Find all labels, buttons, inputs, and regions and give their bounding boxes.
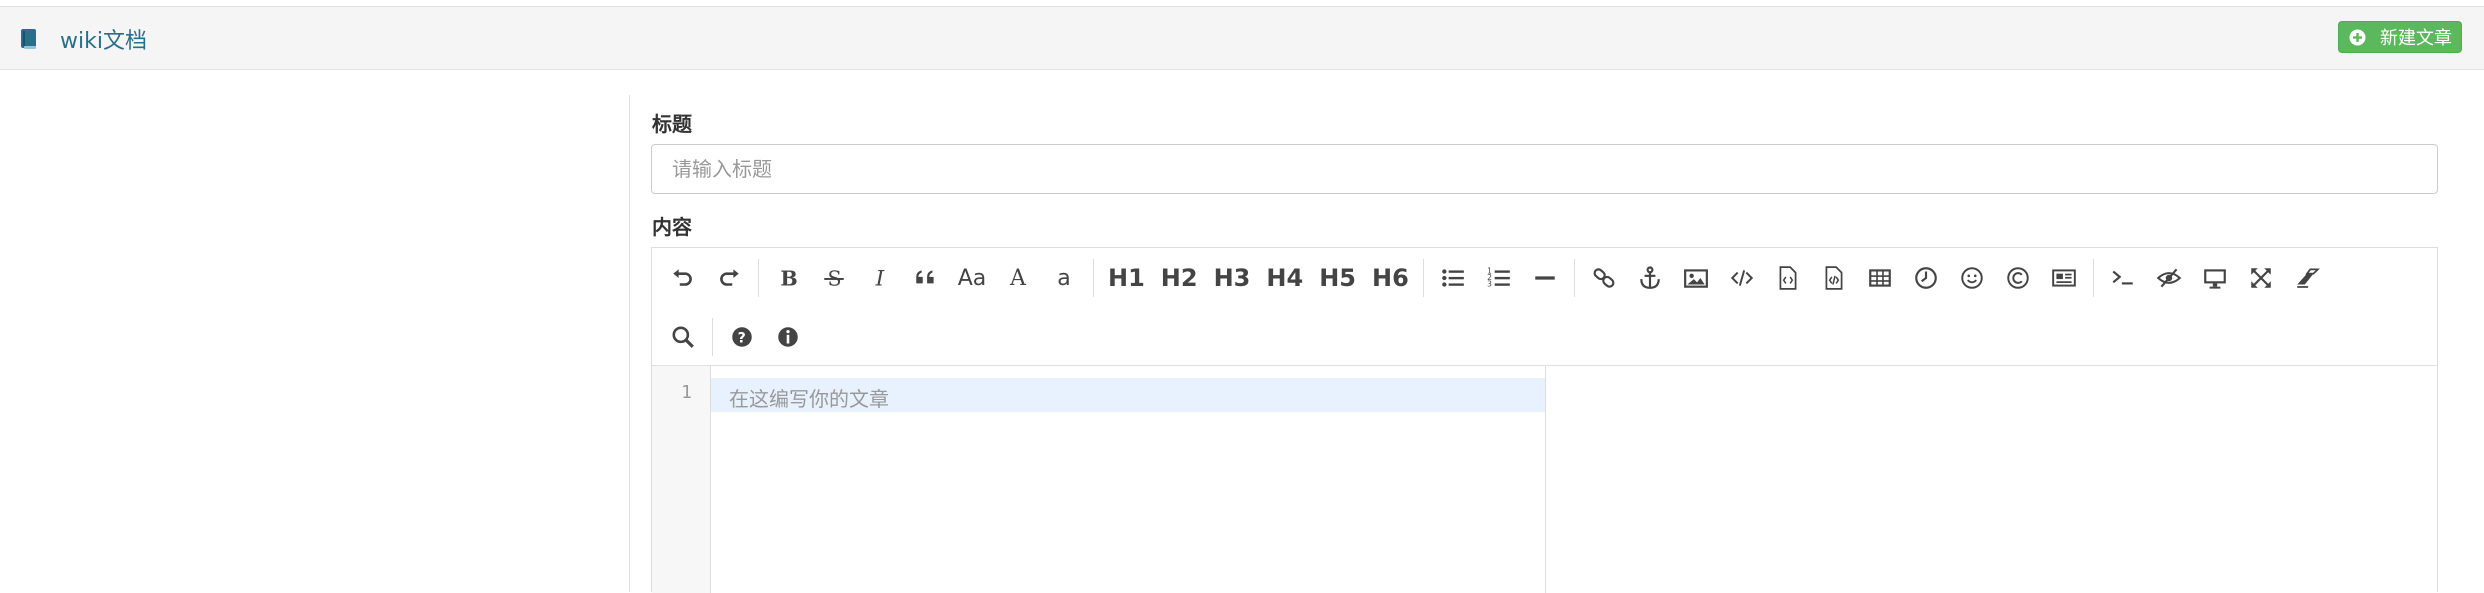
sidebar-divider bbox=[629, 95, 630, 592]
title-label: 标题 bbox=[652, 112, 692, 136]
line-number: 1 bbox=[681, 382, 692, 403]
desktop-icon[interactable] bbox=[2196, 259, 2234, 297]
svg-text:3: 3 bbox=[1487, 280, 1492, 289]
svg-text:B: B bbox=[780, 267, 797, 291]
toolbar-separator bbox=[2092, 259, 2094, 297]
image-icon[interactable] bbox=[1677, 259, 1715, 297]
svg-text:I: I bbox=[875, 267, 885, 291]
undo-icon[interactable] bbox=[664, 259, 702, 297]
brand[interactable]: wiki文档 bbox=[20, 23, 147, 55]
h2-button[interactable]: H2 bbox=[1157, 259, 1202, 297]
anchor-icon[interactable] bbox=[1631, 259, 1669, 297]
preformatted-text-icon[interactable] bbox=[1769, 259, 1807, 297]
clock-icon[interactable] bbox=[1907, 259, 1945, 297]
uppercase-button[interactable]: Aa bbox=[953, 259, 991, 297]
content-label: 内容 bbox=[652, 215, 692, 239]
link-icon[interactable] bbox=[1585, 259, 1623, 297]
h4-button[interactable]: H4 bbox=[1262, 259, 1307, 297]
list-ol-icon[interactable]: 123 bbox=[1480, 259, 1518, 297]
plus-circle-icon bbox=[2349, 29, 2366, 46]
italic-icon[interactable]: I bbox=[861, 259, 899, 297]
table-icon[interactable] bbox=[1861, 259, 1899, 297]
lowercase-button[interactable]: a bbox=[1045, 259, 1083, 297]
toolbar-row-1: B S I Aa A a H1 H2 H3 H4 H5 H6 123 bbox=[660, 258, 2330, 298]
ucfirst-button[interactable]: A bbox=[999, 259, 1037, 297]
h6-button[interactable]: H6 bbox=[1368, 259, 1413, 297]
toolbar-separator bbox=[1422, 259, 1424, 297]
toolbar-separator bbox=[1093, 259, 1094, 297]
h3-button[interactable]: H3 bbox=[1210, 259, 1255, 297]
list-ul-icon[interactable] bbox=[1434, 259, 1472, 297]
app-title[interactable]: wiki文档 bbox=[60, 23, 147, 55]
pagebreak-icon[interactable] bbox=[2045, 259, 2083, 297]
fullscreen-icon[interactable] bbox=[2242, 259, 2280, 297]
info-icon[interactable] bbox=[769, 318, 807, 356]
strikethrough-icon[interactable]: S bbox=[815, 259, 853, 297]
eye-slash-icon[interactable] bbox=[2150, 259, 2188, 297]
new-article-label: 新建文章 bbox=[2380, 28, 2452, 49]
markdown-editor: B S I Aa A a H1 H2 H3 H4 H5 H6 123 ? 1 在… bbox=[651, 247, 2438, 593]
editor-toolbar: B S I Aa A a H1 H2 H3 H4 H5 H6 123 ? bbox=[652, 248, 2437, 366]
emoji-icon[interactable] bbox=[1953, 259, 1991, 297]
book-icon bbox=[20, 28, 38, 50]
h1-button[interactable]: H1 bbox=[1104, 259, 1149, 297]
copyright-icon[interactable] bbox=[1999, 259, 2037, 297]
help-icon[interactable]: ? bbox=[723, 318, 761, 356]
new-article-button[interactable]: 新建文章 bbox=[2338, 21, 2462, 53]
terminal-icon[interactable] bbox=[2104, 259, 2142, 297]
redo-icon[interactable] bbox=[710, 259, 748, 297]
top-navbar: wiki文档 新建文章 bbox=[0, 6, 2484, 70]
code-icon[interactable] bbox=[1723, 259, 1761, 297]
title-input[interactable] bbox=[651, 144, 2438, 194]
search-icon[interactable] bbox=[664, 318, 702, 356]
toolbar-separator bbox=[712, 318, 713, 356]
horizontal-rule-icon[interactable] bbox=[1526, 259, 1564, 297]
quote-icon[interactable] bbox=[907, 259, 945, 297]
svg-text:?: ? bbox=[738, 330, 746, 346]
bold-icon[interactable]: B bbox=[769, 259, 807, 297]
toolbar-separator bbox=[1573, 259, 1575, 297]
eraser-icon[interactable] bbox=[2288, 259, 2326, 297]
toolbar-separator bbox=[758, 259, 759, 297]
toolbar-row-2: ? bbox=[660, 317, 811, 357]
h5-button[interactable]: H5 bbox=[1315, 259, 1360, 297]
line-number-gutter: 1 bbox=[652, 366, 711, 593]
preview-pane bbox=[1546, 366, 2437, 593]
content-placeholder: 在这编写你的文章 bbox=[729, 387, 889, 411]
markdown-input[interactable]: 在这编写你的文章 bbox=[711, 366, 1546, 593]
code-block-icon[interactable] bbox=[1815, 259, 1853, 297]
